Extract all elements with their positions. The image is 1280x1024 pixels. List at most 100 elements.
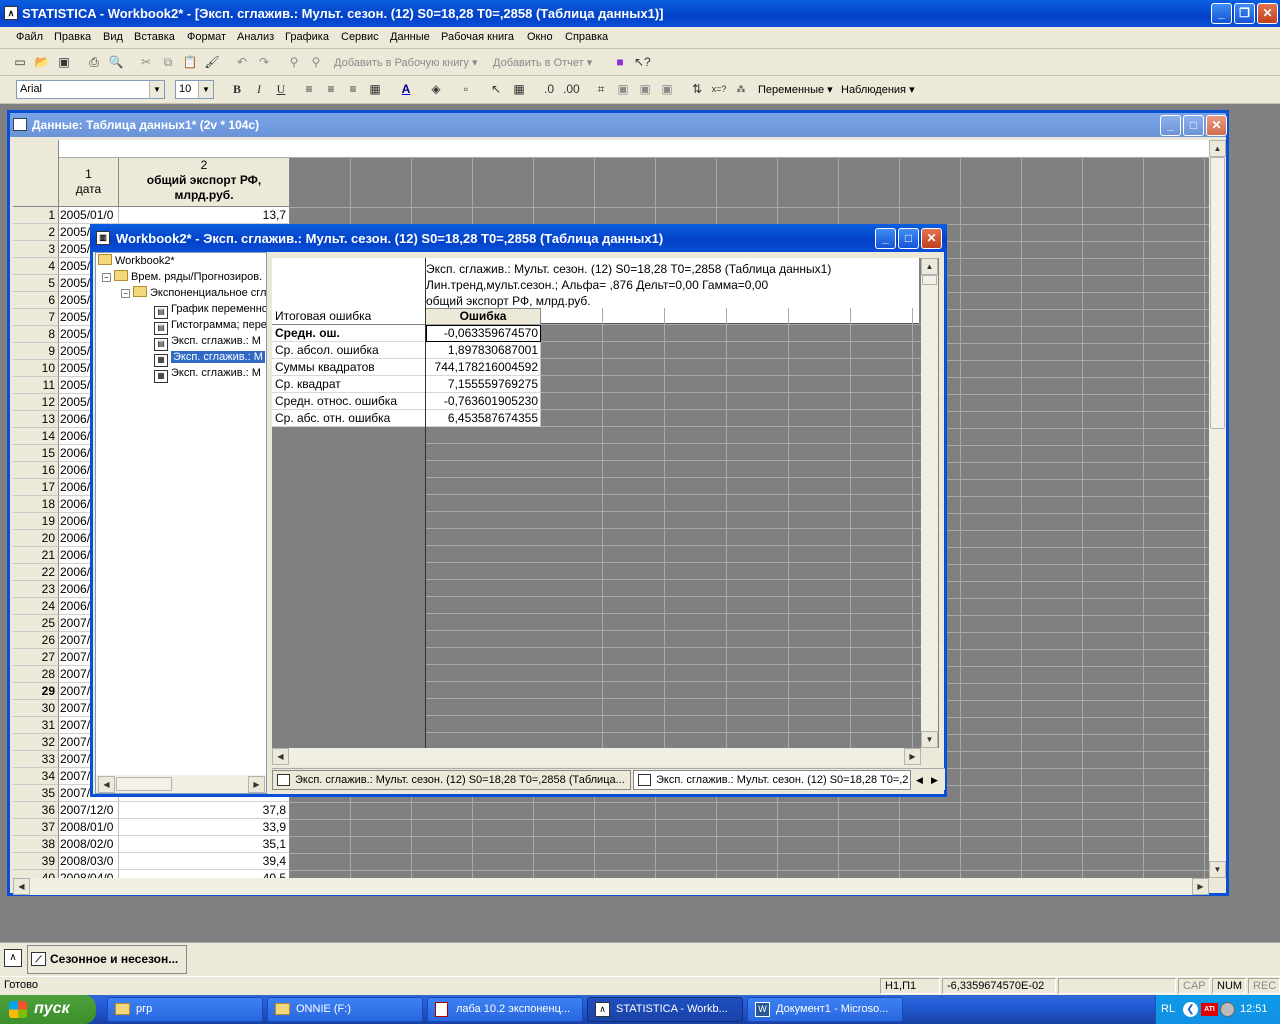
tree-horizontal-scrollbar[interactable]: ◀ ▶ bbox=[96, 775, 266, 793]
tab-exp-smoothing-1[interactable]: Эксп. сглажив.: Мульт. сезон. (12) S0=18… bbox=[272, 770, 631, 790]
value-cell[interactable]: 13,7 bbox=[119, 207, 290, 224]
scroll-up-icon[interactable]: ▲ bbox=[921, 258, 938, 275]
result-row-label[interactable]: Средн. ош. bbox=[272, 325, 425, 342]
cut-icon[interactable]: ✂ bbox=[138, 54, 154, 70]
result-row-label[interactable]: Ср. абс. отн. ошибка bbox=[272, 410, 425, 427]
menu-file[interactable]: Файл bbox=[16, 31, 43, 43]
font-size-select[interactable]: 10 ▼ bbox=[175, 80, 214, 99]
row-number[interactable]: 31 bbox=[13, 717, 59, 734]
row-number[interactable]: 39 bbox=[13, 853, 59, 870]
tree-folder-time-series[interactable]: − Врем. ряды/Прогнозиров. bbox=[102, 269, 262, 285]
font-select[interactable]: Arial ▼ bbox=[16, 80, 165, 99]
row-number[interactable]: 28 bbox=[13, 666, 59, 683]
menu-insert[interactable]: Вставка bbox=[134, 31, 175, 43]
row-number[interactable]: 29 bbox=[13, 683, 59, 700]
result-row-label[interactable]: Средн. относ. ошибка bbox=[272, 393, 425, 410]
wb-minimize-button[interactable]: _ bbox=[875, 228, 896, 249]
menu-edit[interactable]: Правка bbox=[54, 31, 91, 43]
row-number[interactable]: 37 bbox=[13, 819, 59, 836]
empty-grid-column[interactable] bbox=[1144, 158, 1205, 878]
scroll-left-icon[interactable]: ◀ bbox=[272, 748, 289, 765]
value-cell[interactable]: 33,9 bbox=[119, 819, 290, 836]
grid-corner[interactable] bbox=[13, 140, 59, 207]
row-number[interactable]: 34 bbox=[13, 768, 59, 785]
column-header-date[interactable]: 1 дата bbox=[59, 158, 119, 207]
data-minimize-button[interactable]: _ bbox=[1160, 115, 1181, 136]
align-right-icon[interactable]: ≡ bbox=[345, 81, 361, 97]
column-header-error[interactable]: Ошибка bbox=[426, 308, 541, 324]
save-icon[interactable]: ▣ bbox=[56, 54, 72, 70]
data-close-button[interactable]: ✕ bbox=[1206, 115, 1227, 136]
data-vertical-scrollbar[interactable]: ▲ ▼ bbox=[1209, 140, 1226, 878]
date-cell[interactable]: 2008/01/0 bbox=[59, 819, 119, 836]
format-painter-icon[interactable]: 🖌 bbox=[204, 54, 220, 70]
cell-edit-row[interactable] bbox=[59, 140, 1209, 158]
data-horizontal-scrollbar[interactable]: ◀ ▶ bbox=[13, 878, 1209, 895]
row-number[interactable]: 3 bbox=[13, 241, 59, 258]
date-cell[interactable]: 2008/02/0 bbox=[59, 836, 119, 853]
grid-icon[interactable]: ▦ bbox=[511, 81, 527, 97]
result-value-cell[interactable]: -0,763601905230 bbox=[426, 393, 541, 410]
print-icon[interactable]: ⎙ bbox=[86, 54, 102, 70]
tree-item[interactable]: ▤ Гистограмма; пере bbox=[154, 317, 266, 335]
data-maximize-button[interactable]: □ bbox=[1183, 115, 1204, 136]
align-center-icon[interactable]: ≡ bbox=[323, 81, 339, 97]
scroll-down-icon[interactable]: ▼ bbox=[921, 731, 938, 748]
restore-button[interactable]: ❐ bbox=[1234, 3, 1255, 24]
new-icon[interactable]: ▭ bbox=[12, 54, 28, 70]
row-number[interactable]: 21 bbox=[13, 547, 59, 564]
row-number[interactable]: 4 bbox=[13, 258, 59, 275]
wb-maximize-button[interactable]: □ bbox=[898, 228, 919, 249]
collapse-icon[interactable]: − bbox=[121, 289, 130, 298]
row-number[interactable]: 14 bbox=[13, 428, 59, 445]
scroll-right-icon[interactable]: ▶ bbox=[248, 776, 265, 793]
row-number[interactable]: 32 bbox=[13, 734, 59, 751]
row-number[interactable]: 11 bbox=[13, 377, 59, 394]
cases-menu-button[interactable]: Наблюдения ▾ bbox=[841, 83, 915, 96]
empty-grid-column[interactable] bbox=[1083, 158, 1144, 878]
result-row-label[interactable]: Ср. квадрат bbox=[272, 376, 425, 393]
tab-scroll-left-icon[interactable]: ◀ bbox=[913, 772, 926, 788]
statistica-app-icon[interactable]: ∧ bbox=[4, 949, 22, 967]
result-value-cell[interactable]: 7,155559769275 bbox=[426, 376, 541, 393]
date-cell[interactable]: 2007/12/0 bbox=[59, 802, 119, 819]
sheet-vertical-scrollbar[interactable]: ▲ ▼ bbox=[921, 258, 938, 748]
add-to-workbook-button[interactable]: Добавить в Рабочую книгу ▾ bbox=[334, 56, 478, 69]
menu-data[interactable]: Данные bbox=[390, 31, 430, 43]
tab-scroll-right-icon[interactable]: ▶ bbox=[928, 772, 941, 788]
row-number[interactable]: 2 bbox=[13, 224, 59, 241]
table-icon[interactable]: ⌗ bbox=[593, 81, 609, 97]
variables-menu-button[interactable]: Переменные ▾ bbox=[758, 83, 833, 96]
border-icon[interactable]: ▫ bbox=[458, 81, 474, 97]
collapse-icon[interactable]: − bbox=[102, 273, 111, 282]
row-number[interactable]: 36 bbox=[13, 802, 59, 819]
replace-icon[interactable]: ⚲ bbox=[308, 54, 324, 70]
formula-icon[interactable]: x=? bbox=[711, 81, 727, 97]
scroll-left-icon[interactable]: ◀ bbox=[98, 776, 115, 793]
row-number[interactable]: 19 bbox=[13, 513, 59, 530]
row-number[interactable]: 30 bbox=[13, 700, 59, 717]
row-number[interactable]: 40 bbox=[13, 870, 59, 878]
scroll-right-icon[interactable]: ▶ bbox=[904, 748, 921, 765]
sort-icon[interactable]: ⇅ bbox=[689, 81, 705, 97]
task-drive[interactable]: ONNIE (F:) bbox=[267, 997, 423, 1022]
row-number[interactable]: 1 bbox=[13, 207, 59, 224]
scroll-right-icon[interactable]: ▶ bbox=[1192, 878, 1209, 895]
row-number[interactable]: 8 bbox=[13, 326, 59, 343]
disabled-tool-icon[interactable]: ▣ bbox=[637, 81, 653, 97]
row-number[interactable]: 13 bbox=[13, 411, 59, 428]
tree-folder-exp-smoothing[interactable]: − Экспоненциальное сгл bbox=[121, 285, 266, 301]
menu-workbook[interactable]: Рабочая книга bbox=[441, 31, 514, 43]
row-number[interactable]: 5 bbox=[13, 275, 59, 292]
column-header-export[interactable]: 2 общий экспорт РФ, млрд.руб. bbox=[119, 158, 290, 207]
menu-analysis[interactable]: Анализ bbox=[237, 31, 274, 43]
copy-icon[interactable]: ⧉ bbox=[160, 54, 176, 70]
date-cell[interactable]: 2008/03/0 bbox=[59, 853, 119, 870]
minimized-window-button[interactable]: ⟋ Сезонное и несезон... bbox=[27, 945, 187, 974]
date-cell[interactable]: 2008/04/0 bbox=[59, 870, 119, 878]
scroll-left-icon[interactable]: ◀ bbox=[13, 878, 30, 895]
scroll-down-icon[interactable]: ▼ bbox=[1209, 861, 1226, 878]
undo-icon[interactable]: ↶ bbox=[234, 54, 250, 70]
row-number[interactable]: 25 bbox=[13, 615, 59, 632]
scroll-thumb[interactable] bbox=[1210, 157, 1225, 429]
